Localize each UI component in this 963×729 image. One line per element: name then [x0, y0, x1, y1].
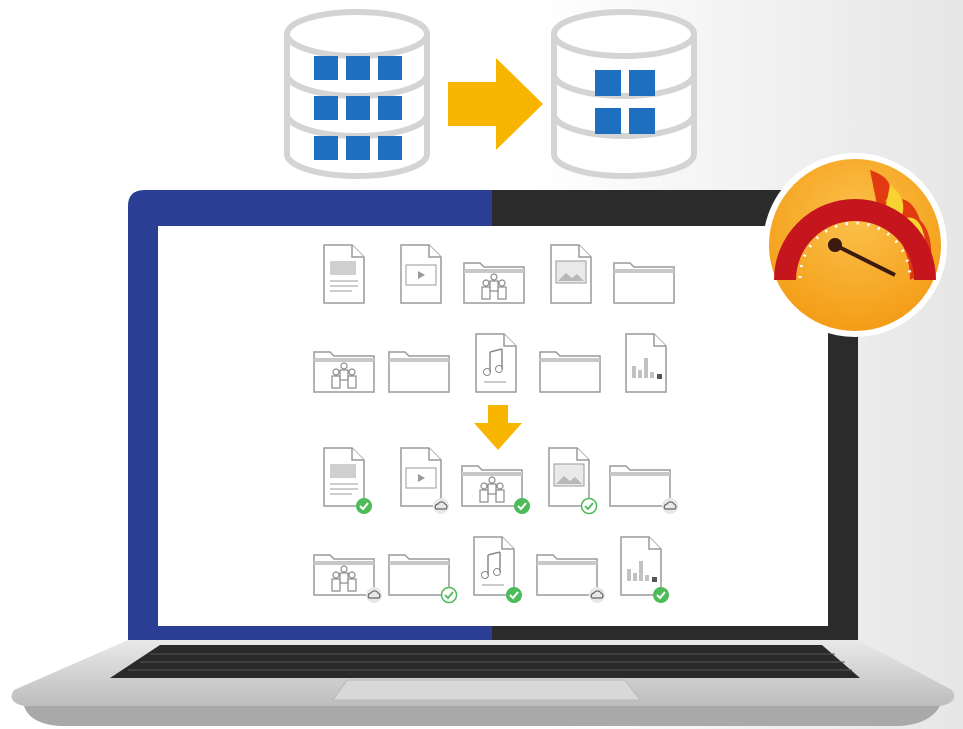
synced-outline-badge-icon — [440, 586, 458, 604]
document-icon — [318, 243, 378, 317]
data-block — [378, 96, 402, 120]
folder-icon — [535, 547, 611, 609]
data-block — [346, 136, 370, 160]
data-block — [378, 136, 402, 160]
synced-outline-badge-icon — [580, 497, 598, 515]
data-block — [595, 70, 621, 96]
data-block — [629, 108, 655, 134]
video-icon — [395, 446, 455, 520]
chart-document-icon — [620, 332, 680, 406]
data-block — [314, 136, 338, 160]
image-icon — [545, 243, 605, 317]
image-icon — [543, 446, 603, 520]
folder-icon — [612, 255, 688, 317]
data-block — [629, 70, 655, 96]
shared-folder-icon — [312, 344, 388, 406]
dedupe-arrow-icon — [474, 405, 522, 450]
migrate-arrow-icon — [448, 58, 543, 150]
data-block — [378, 56, 402, 80]
synced-badge-icon — [506, 587, 522, 603]
data-block — [314, 56, 338, 80]
cloud-badge-icon — [366, 587, 382, 603]
cloud-badge-icon — [433, 498, 449, 514]
target-database-icon — [549, 8, 699, 180]
shared-folder-icon — [460, 458, 536, 520]
data-block — [346, 96, 370, 120]
cloud-badge-icon — [589, 587, 605, 603]
folder-icon — [538, 344, 614, 406]
source-database-icon — [282, 8, 432, 180]
synced-badge-icon — [653, 587, 669, 603]
data-block — [595, 108, 621, 134]
document-icon — [318, 446, 378, 520]
chart-document-icon — [615, 535, 675, 609]
folder-icon — [387, 547, 463, 609]
shared-folder-icon — [462, 255, 538, 317]
synced-badge-icon — [514, 498, 530, 514]
data-block — [314, 96, 338, 120]
video-icon — [395, 243, 455, 317]
folder-icon — [608, 458, 684, 520]
speedometer-icon — [760, 150, 950, 340]
data-block — [346, 56, 370, 80]
audio-icon — [470, 332, 530, 406]
synced-badge-icon — [356, 498, 372, 514]
audio-icon — [468, 535, 528, 609]
folder-icon — [387, 344, 463, 406]
cloud-badge-icon — [662, 498, 678, 514]
shared-folder-icon — [312, 547, 388, 609]
